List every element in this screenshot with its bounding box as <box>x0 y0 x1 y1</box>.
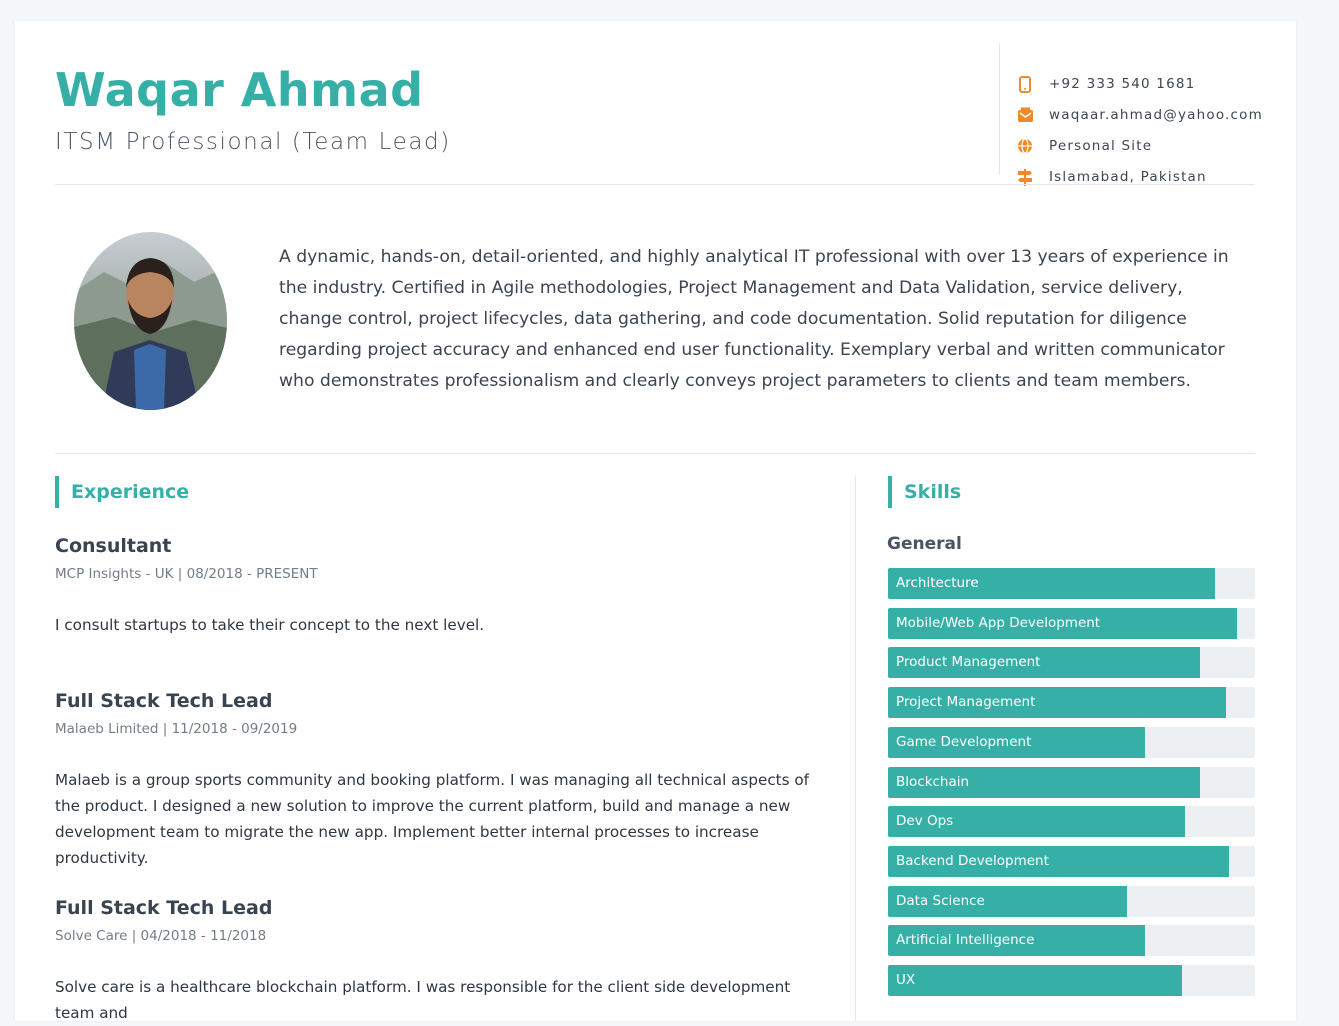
contact-site[interactable]: Personal Site <box>1016 136 1152 156</box>
job-meta: Solve Care | 04/2018 - 11/2018 <box>55 928 267 944</box>
contact-phone-text: +92 333 540 1681 <box>1049 76 1196 92</box>
skill-label: Game Development <box>896 733 1032 750</box>
skill-bar: Dev Ops <box>888 806 1255 838</box>
skill-label: Dev Ops <box>896 813 954 830</box>
job-meta: Malaeb Limited | 11/2018 - 09/2019 <box>55 721 298 737</box>
summary-divider <box>55 453 1255 454</box>
experience-heading: Experience <box>55 476 189 508</box>
contact-email[interactable]: waqaar.ahmad@yahoo.com <box>1016 105 1263 125</box>
contact-email-text: waqaar.ahmad@yahoo.com <box>1049 107 1263 123</box>
skill-label: Architecture <box>896 575 979 591</box>
skills-heading: Skills <box>888 476 961 508</box>
skill-bar: Mobile/Web App Development <box>888 607 1255 639</box>
job-title: Full Stack Tech Lead <box>55 897 273 919</box>
contact-phone[interactable]: +92 333 540 1681 <box>1016 74 1195 94</box>
contact-location-text: Islamabad, Pakistan <box>1049 169 1207 185</box>
skills-group-title: General <box>887 534 962 554</box>
job-title: Full Stack Tech Lead <box>55 690 273 712</box>
globe-icon <box>1016 137 1034 155</box>
skill-bar: UX <box>888 965 1255 996</box>
person-role: ITSM Professional (Team Lead) <box>55 129 451 155</box>
skill-label: Project Management <box>896 694 1036 711</box>
skill-label: Product Management <box>896 654 1041 671</box>
contact-panel: +92 333 540 1681 waqaar.ahmad@yahoo.com … <box>999 43 1289 186</box>
summary-text: A dynamic, hands-on, detail-oriented, an… <box>279 247 1229 391</box>
skill-bar: Backend Development <box>888 845 1255 877</box>
job-description: I consult startups to take their concept… <box>55 616 485 634</box>
phone-icon <box>1016 75 1034 93</box>
header-divider <box>55 184 1255 185</box>
skill-label: Data Science <box>896 892 985 909</box>
skill-bar: Project Management <box>888 687 1255 719</box>
email-icon <box>1016 106 1034 124</box>
skill-bar: Architecture <box>888 568 1255 599</box>
job-title: Consultant <box>55 535 172 557</box>
skill-bar: Product Management <box>888 647 1255 679</box>
job-meta: MCP Insights - UK | 08/2018 - PRESENT <box>55 566 318 582</box>
skill-label: Mobile/Web App Development <box>896 614 1101 631</box>
contact-site-text: Personal Site <box>1049 138 1153 154</box>
avatar <box>74 232 227 410</box>
job-description: Solve care is a healthcare blockchain pl… <box>55 978 791 1022</box>
skill-label: Backend Development <box>896 852 1049 869</box>
person-name: Waqar Ahmad <box>55 63 424 117</box>
skill-bar: Artificial Intelligence <box>888 925 1255 957</box>
skill-bar: Game Development <box>888 726 1255 758</box>
skill-label: UX <box>896 972 916 988</box>
skill-bar-fill <box>888 965 1182 996</box>
skill-bar: Data Science <box>888 885 1255 917</box>
resume-card: Waqar Ahmad ITSM Professional (Team Lead… <box>15 21 1296 1022</box>
skill-label: Artificial Intelligence <box>896 932 1035 949</box>
job-description: Malaeb is a group sports community and b… <box>55 771 810 867</box>
skill-label: Blockchain <box>896 773 970 790</box>
column-divider <box>855 476 856 1021</box>
skill-bar: Blockchain <box>888 766 1255 798</box>
